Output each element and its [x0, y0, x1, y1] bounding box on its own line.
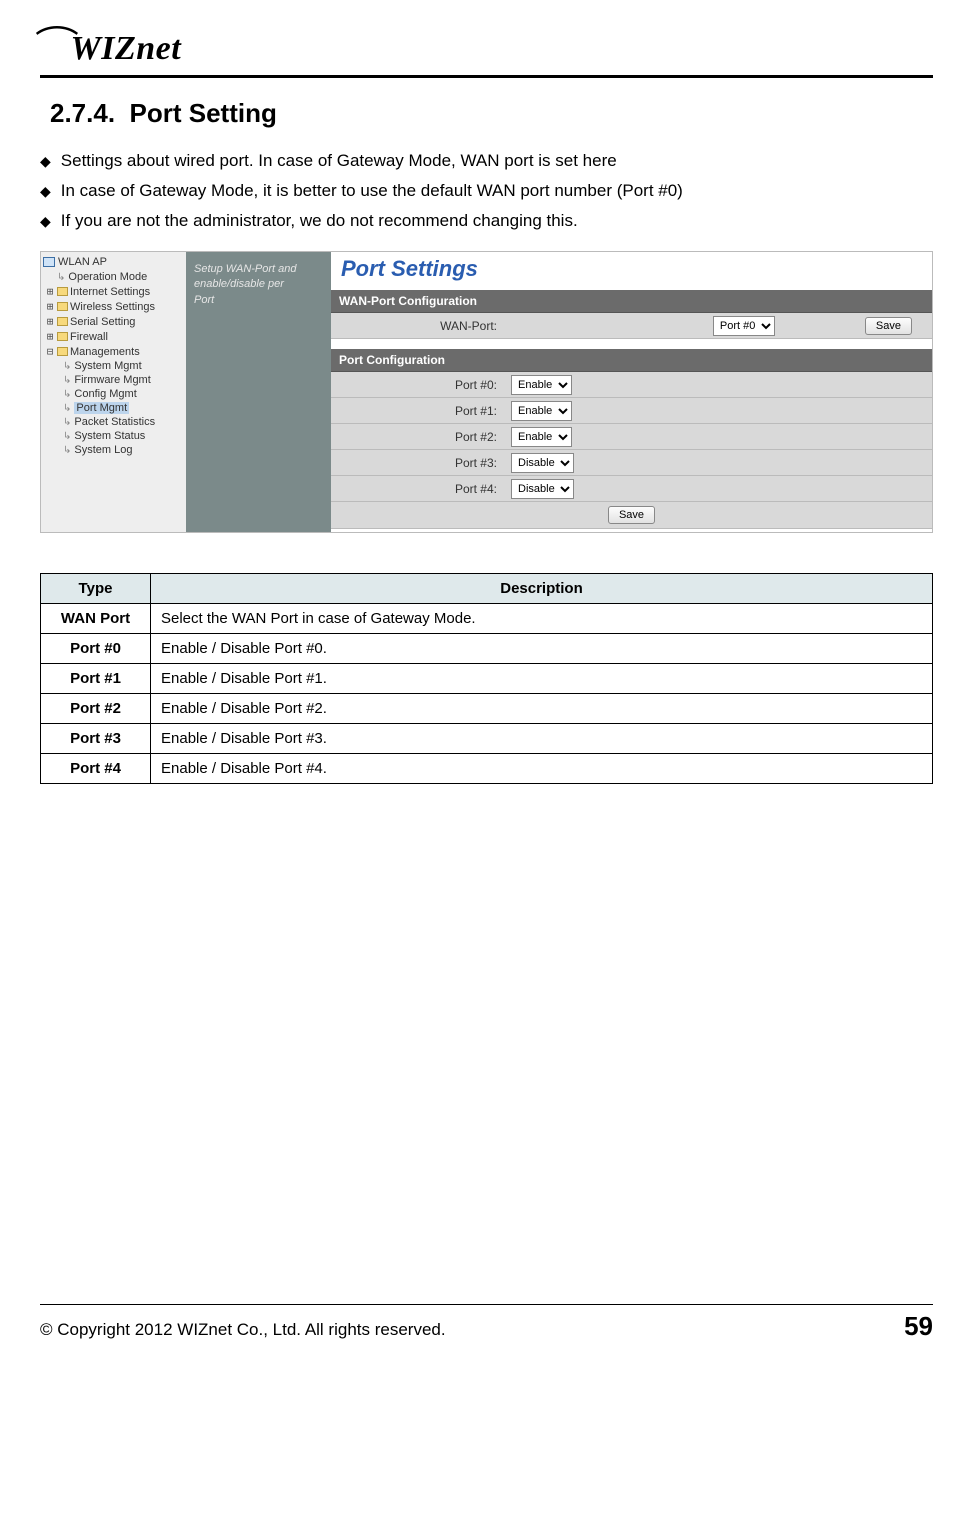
- port-settings-screenshot: WLAN AP ↳Operation Mode ⊞Internet Settin…: [40, 251, 933, 533]
- table-row: Port #2Enable / Disable Port #2.: [41, 694, 933, 724]
- port-row: Port #2: Enable: [331, 424, 932, 450]
- tree-item[interactable]: ⊞Serial Setting: [43, 314, 184, 329]
- port-label: Port #2:: [331, 430, 511, 444]
- port2-select[interactable]: Enable: [511, 427, 572, 447]
- table-row: Port #3Enable / Disable Port #3.: [41, 724, 933, 754]
- wan-port-config-header: WAN-Port Configuration: [331, 290, 932, 313]
- tree-root[interactable]: WLAN AP: [43, 256, 184, 268]
- content-panel: Port Settings WAN-Port Configuration WAN…: [331, 252, 932, 532]
- tree-item[interactable]: ⊟Managements: [43, 344, 184, 359]
- wan-port-label: WAN-Port:: [331, 319, 511, 333]
- tree-item[interactable]: ↳Operation Mode: [43, 270, 184, 284]
- save-button[interactable]: Save: [608, 506, 655, 524]
- port0-select[interactable]: Enable: [511, 375, 572, 395]
- page-footer: © Copyright 2012 WIZnet Co., Ltd. All ri…: [0, 1305, 973, 1362]
- section-heading: 2.7.4. Port Setting: [50, 98, 933, 129]
- description-table: Type Description WAN PortSelect the WAN …: [40, 573, 933, 784]
- bullet-item: Settings about wired port. In case of Ga…: [40, 151, 933, 171]
- tree-item-selected[interactable]: ↳Port Mgmt: [43, 401, 184, 415]
- tree-item[interactable]: ↳Packet Statistics: [43, 415, 184, 429]
- port-label: Port #4:: [331, 482, 511, 496]
- save-button[interactable]: Save: [865, 317, 912, 335]
- tree-item[interactable]: ↳System Mgmt: [43, 359, 184, 373]
- col-header-type: Type: [41, 574, 151, 604]
- bullet-item: In case of Gateway Mode, it is better to…: [40, 181, 933, 201]
- port-label: Port #1:: [331, 404, 511, 418]
- table-row: Port #4Enable / Disable Port #4.: [41, 754, 933, 784]
- tree-item[interactable]: ↳System Log: [43, 443, 184, 457]
- folder-icon: [57, 332, 68, 341]
- port-row: Port #1: Enable: [331, 398, 932, 424]
- port4-select[interactable]: Disable: [511, 479, 574, 499]
- computer-icon: [43, 257, 55, 267]
- folder-icon: [57, 347, 68, 356]
- port1-select[interactable]: Enable: [511, 401, 572, 421]
- port-label: Port #0:: [331, 378, 511, 392]
- port-row: Port #4: Disable: [331, 476, 932, 502]
- tree-item[interactable]: ↳Firmware Mgmt: [43, 373, 184, 387]
- header-rule: [40, 75, 933, 78]
- table-row: Port #1Enable / Disable Port #1.: [41, 664, 933, 694]
- tree-item[interactable]: ⊞Internet Settings: [43, 284, 184, 299]
- bullet-list: Settings about wired port. In case of Ga…: [40, 151, 933, 231]
- tree-item[interactable]: ↳System Status: [43, 429, 184, 443]
- port-label: Port #3:: [331, 456, 511, 470]
- wan-port-select[interactable]: Port #0: [713, 316, 775, 336]
- copyright-text: © Copyright 2012 WIZnet Co., Ltd. All ri…: [40, 1320, 446, 1340]
- table-row: WAN PortSelect the WAN Port in case of G…: [41, 604, 933, 634]
- folder-icon: [57, 317, 68, 326]
- port-row: Port #3: Disable: [331, 450, 932, 476]
- save-row: Save: [331, 502, 932, 529]
- brand-logo: ⌒WIZnet: [40, 20, 933, 69]
- col-header-description: Description: [151, 574, 933, 604]
- bullet-item: If you are not the administrator, we do …: [40, 211, 933, 231]
- port-config-header: Port Configuration: [331, 349, 932, 372]
- port3-select[interactable]: Disable: [511, 453, 574, 473]
- nav-tree: WLAN AP ↳Operation Mode ⊞Internet Settin…: [41, 252, 186, 532]
- tree-item[interactable]: ↳Config Mgmt: [43, 387, 184, 401]
- tree-item[interactable]: ⊞Wireless Settings: [43, 299, 184, 314]
- panel-title: Port Settings: [331, 252, 932, 290]
- table-row: Port #0Enable / Disable Port #0.: [41, 634, 933, 664]
- hint-panel: Setup WAN-Port and enable/disable per Po…: [186, 252, 331, 532]
- page-number: 59: [904, 1311, 933, 1342]
- folder-icon: [57, 287, 68, 296]
- port-row: Port #0: Enable: [331, 372, 932, 398]
- folder-icon: [57, 302, 68, 311]
- wan-port-row: WAN-Port: Port #0 Save: [331, 313, 932, 339]
- tree-item[interactable]: ⊞Firewall: [43, 329, 184, 344]
